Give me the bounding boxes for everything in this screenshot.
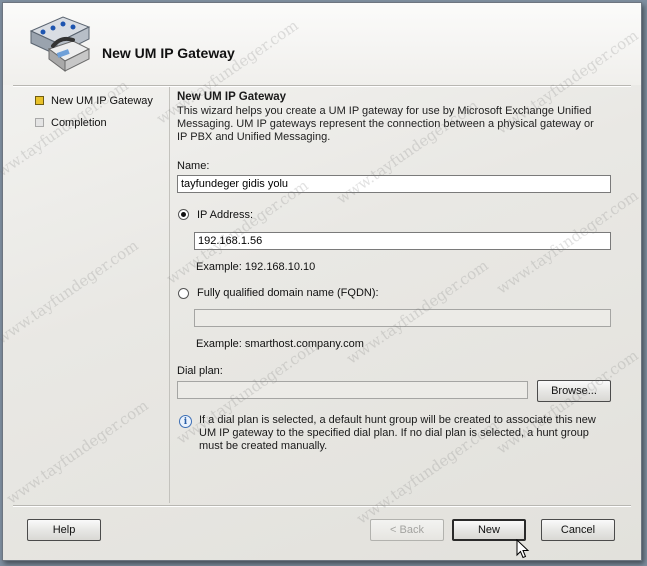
active-step-icon xyxy=(35,96,44,105)
fqdn-example: Example: smarthost.company.com xyxy=(196,338,364,350)
name-input[interactable] xyxy=(177,175,611,193)
dial-plan-input[interactable] xyxy=(177,381,528,399)
wizard-steps: New UM IP Gateway Completion xyxy=(33,92,173,136)
cancel-button[interactable]: Cancel xyxy=(541,519,615,541)
ip-address-radio[interactable] xyxy=(178,209,189,220)
fqdn-label: Fully qualified domain name (FQDN): xyxy=(197,287,379,299)
wizard-window: New UM IP Gateway New UM IP Gateway Comp… xyxy=(0,2,642,561)
step-label: Completion xyxy=(51,117,107,129)
content-header: New UM IP Gateway This wizard helps you … xyxy=(177,91,617,144)
back-button[interactable]: < Back xyxy=(370,519,444,541)
ip-address-input[interactable] xyxy=(194,232,611,250)
fqdn-radio[interactable] xyxy=(178,288,189,299)
dial-plan-label: Dial plan: xyxy=(177,365,223,377)
step-new-um-ip-gateway: New UM IP Gateway xyxy=(33,92,173,114)
header-divider xyxy=(13,85,631,87)
ip-address-example: Example: 192.168.10.10 xyxy=(196,261,316,273)
info-note: i If a dial plan is selected, a default … xyxy=(179,414,609,453)
ip-address-label: IP Address: xyxy=(197,209,254,221)
fqdn-input[interactable] xyxy=(194,309,611,327)
inactive-step-icon xyxy=(35,118,44,127)
content-title: New UM IP Gateway xyxy=(177,91,287,103)
mouse-cursor-icon xyxy=(516,539,530,559)
watermark-text: www.tayfundeger.com xyxy=(3,396,152,508)
info-text: If a dial plan is selected, a default hu… xyxy=(199,414,596,452)
new-button[interactable]: New xyxy=(452,519,526,541)
step-completion: Completion xyxy=(33,114,173,136)
help-button[interactable]: Help xyxy=(27,519,101,541)
name-label: Name: xyxy=(177,160,210,172)
step-label: New UM IP Gateway xyxy=(51,95,153,107)
watermark-text: www.tayfundeger.com xyxy=(0,236,142,348)
wizard-description: This wizard helps you create a UM IP gat… xyxy=(177,105,594,143)
browse-button[interactable]: Browse... xyxy=(537,380,611,402)
page-title: New UM IP Gateway xyxy=(102,45,235,61)
footer-divider xyxy=(13,505,631,507)
nav-separator xyxy=(169,87,170,503)
wizard-header: New UM IP Gateway xyxy=(3,3,641,85)
phone-gateway-icon xyxy=(29,16,91,72)
info-icon: i xyxy=(179,415,192,428)
